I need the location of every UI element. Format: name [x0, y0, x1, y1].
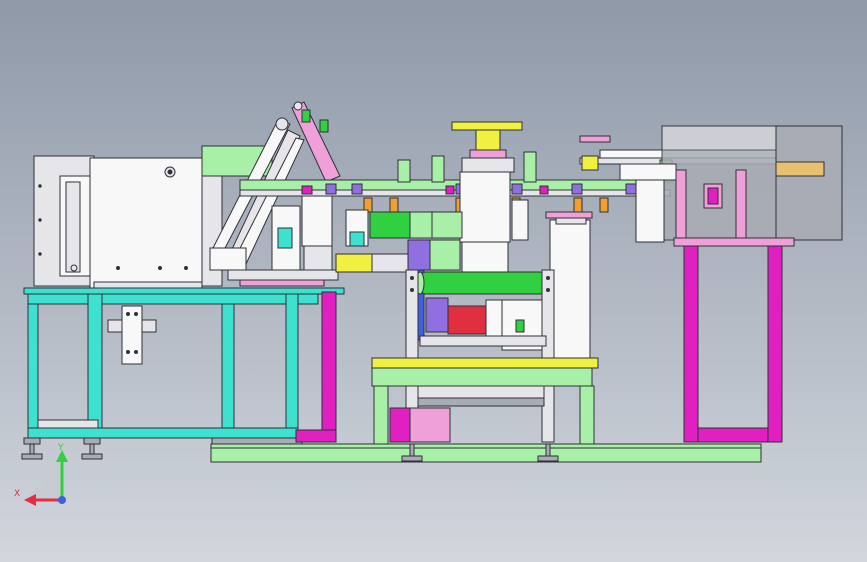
green-roller: [415, 271, 551, 295]
cad-viewport[interactable]: Y X: [0, 0, 867, 562]
base-rail: [210, 443, 762, 463]
motor-unit: [419, 297, 547, 351]
triad-y-label: Y: [57, 443, 64, 453]
magenta-post-left: [321, 291, 337, 443]
triad-x-label: X: [14, 489, 20, 499]
yellow-block: [335, 253, 373, 273]
left-housing: [33, 155, 203, 289]
pink-cylinder: [389, 407, 451, 443]
assembly-drawing: Y X: [0, 0, 867, 562]
